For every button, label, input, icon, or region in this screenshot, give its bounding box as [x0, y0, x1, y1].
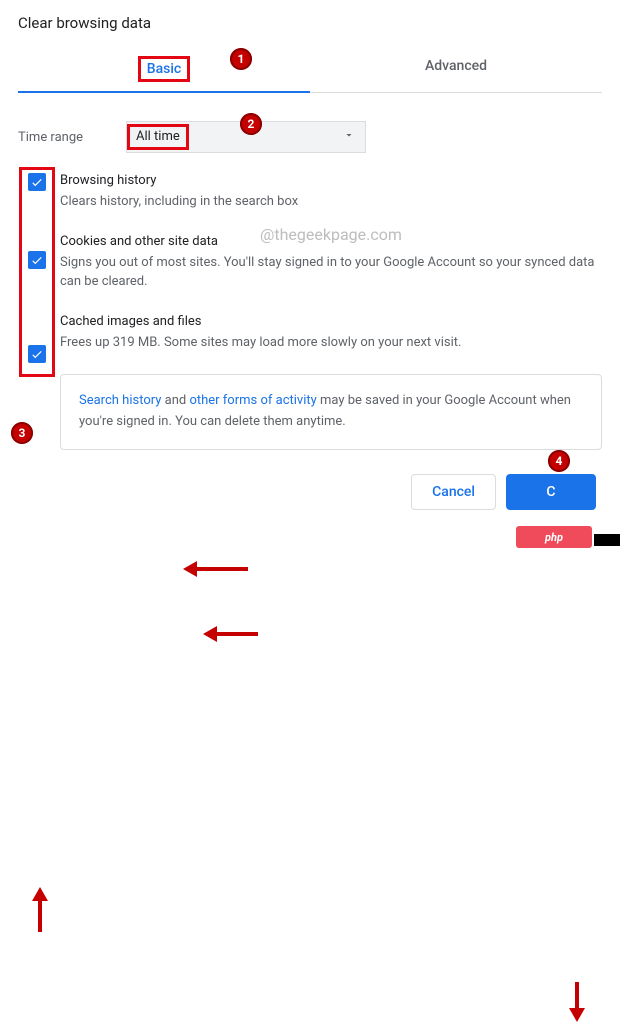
list-item: Cached images and files Frees up 319 MB.… [60, 314, 602, 353]
list-item: Cookies and other site data Signs you ou… [60, 234, 602, 292]
annotation-callout-3: 3 [11, 422, 33, 444]
data-types-list: Browsing history Clears history, includi… [18, 173, 602, 352]
checkbox-browsing-history[interactable] [28, 173, 46, 191]
overlay-badge: php [516, 526, 592, 548]
dialog-title: Clear browsing data [18, 14, 602, 32]
cancel-button[interactable]: Cancel [411, 474, 496, 510]
item-desc: Signs you out of most sites. You'll stay… [60, 253, 602, 292]
item-desc: Clears history, including in the search … [60, 192, 602, 212]
chevron-down-icon [343, 129, 355, 145]
time-range-value: All time [127, 124, 189, 150]
checkbox-cache[interactable] [28, 345, 46, 363]
tab-basic[interactable]: Basic [18, 46, 310, 92]
item-desc: Frees up 319 MB. Some sites may load mor… [60, 333, 602, 353]
annotation-callout-4: 4 [548, 450, 570, 472]
time-range-label: Time range [18, 130, 126, 145]
checkbox-cookies[interactable] [28, 251, 46, 269]
time-range-row: Time range All time [18, 121, 602, 153]
tab-advanced[interactable]: Advanced [310, 46, 602, 92]
annotation-callout-1: 1 [230, 48, 252, 70]
info-text: and [161, 393, 189, 408]
annotation-callout-2: 2 [240, 113, 262, 135]
item-title: Cached images and files [60, 314, 602, 329]
tabs: Basic Advanced [18, 46, 602, 93]
item-title: Browsing history [60, 173, 602, 188]
item-title: Cookies and other site data [60, 234, 602, 249]
dialog-buttons: Cancel C [18, 474, 602, 510]
tab-basic-label: Basic [138, 56, 190, 82]
info-box: Search history and other forms of activi… [60, 374, 602, 450]
list-item: Browsing history Clears history, includi… [60, 173, 602, 212]
link-search-history[interactable]: Search history [79, 393, 161, 408]
overlay-box [594, 534, 620, 546]
tab-advanced-label: Advanced [419, 56, 493, 76]
clear-data-button[interactable]: C [506, 474, 596, 510]
link-other-activity[interactable]: other forms of activity [189, 393, 316, 408]
